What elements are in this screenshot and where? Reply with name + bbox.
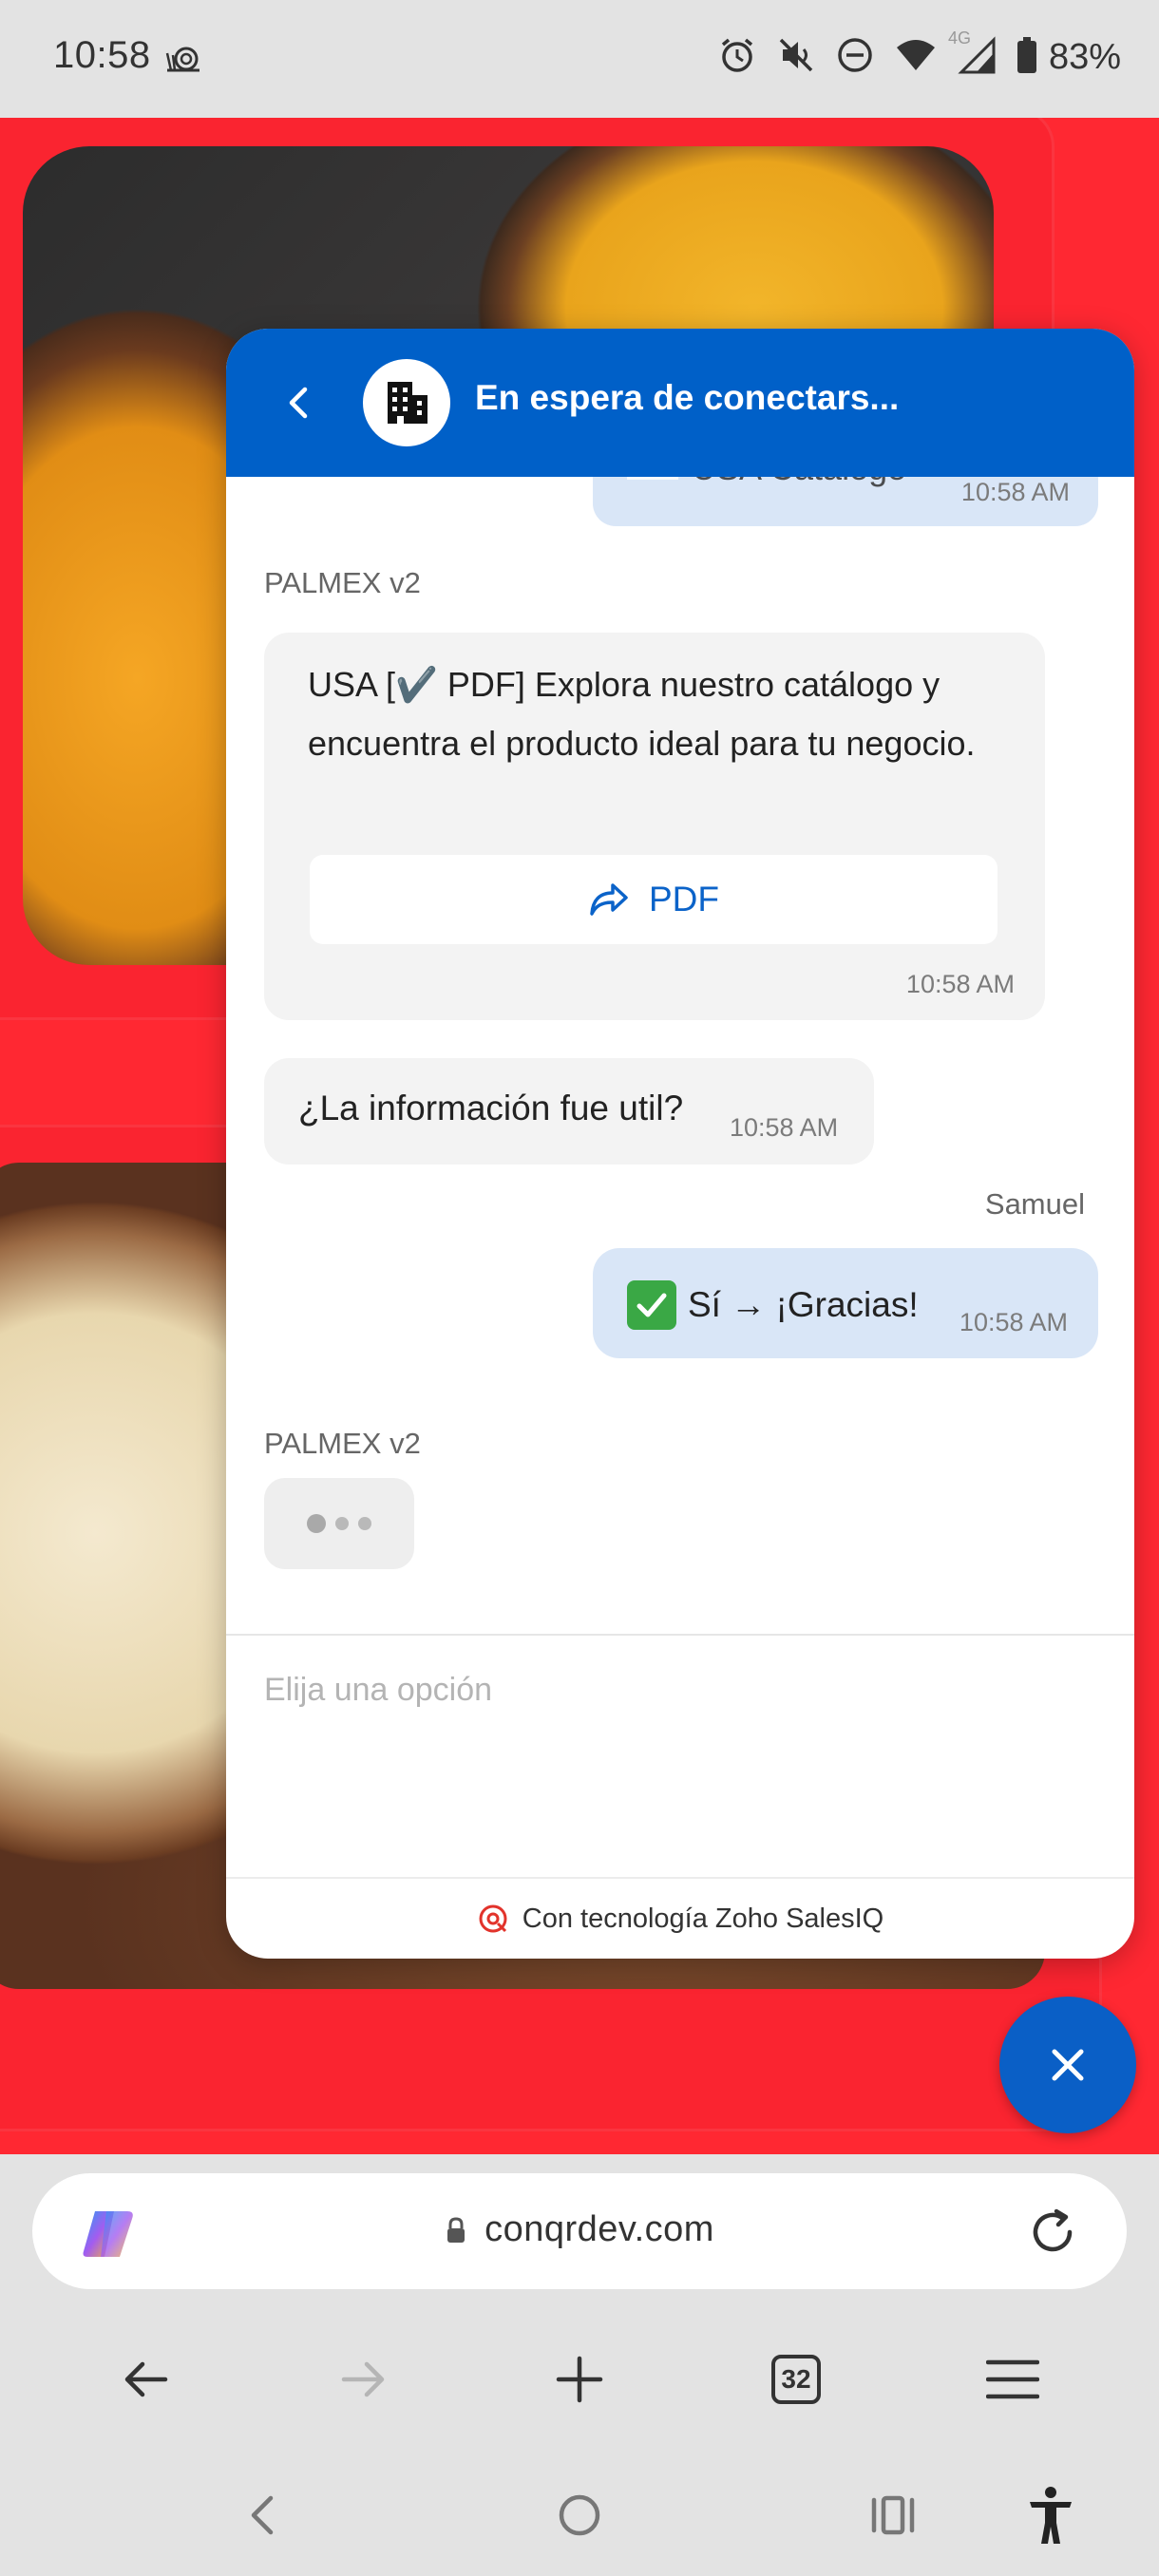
- pdf-button-label: PDF: [649, 880, 719, 919]
- status-icons: 4G 83%: [718, 28, 1121, 80]
- plus-icon: [556, 2356, 603, 2403]
- home-circle-icon: [559, 2494, 600, 2536]
- battery-icon: [1016, 36, 1037, 79]
- hamburger-menu-icon: [986, 2359, 1039, 2399]
- chevron-left-icon: [251, 2495, 274, 2535]
- message-time: 10:58 AM: [960, 478, 1070, 506]
- close-chat-button[interactable]: [999, 1997, 1136, 2133]
- message-time: 10:58 AM: [905, 970, 1015, 998]
- signal-icon: 4G: [948, 28, 996, 79]
- system-home-button[interactable]: [549, 2485, 610, 2546]
- check-mark-icon: [627, 1280, 676, 1330]
- battery-percent: 83%: [1048, 36, 1121, 77]
- message-text: ¿La información fue util?: [298, 1089, 684, 1127]
- message-time: 10:58 AM: [730, 1113, 839, 1142]
- sender-name: PALMEX v2: [264, 1427, 421, 1460]
- lock-icon: [447, 2216, 466, 2243]
- message-bubble-user-partial: USA Catálogo 10:58 AM: [593, 477, 1098, 526]
- tabs-button[interactable]: 32: [758, 2341, 834, 2417]
- back-button[interactable]: [276, 380, 321, 426]
- system-navigation-bar: [0, 2453, 1159, 2576]
- powered-by-text: Con tecnología Zoho SalesIQ: [522, 1903, 884, 1934]
- system-back-button[interactable]: [232, 2485, 293, 2546]
- pdf-button[interactable]: PDF: [310, 855, 998, 944]
- browser-address-area: conqrdev.com: [0, 2154, 1159, 2306]
- do-not-disturb-icon: [836, 36, 874, 79]
- address-bar[interactable]: conqrdev.com: [32, 2173, 1127, 2289]
- chat-input[interactable]: Elija una opción: [226, 1634, 1134, 1877]
- mute-icon: [777, 36, 815, 79]
- accessibility-button[interactable]: [1020, 2485, 1081, 2546]
- share-icon: [590, 883, 628, 916]
- wifi-icon: [895, 38, 937, 77]
- arrow-left-icon: [124, 2361, 168, 2397]
- accessibility-icon: [1030, 2487, 1072, 2544]
- chat-widget: En espera de conectars... USA Catálogo 1…: [226, 329, 1134, 1959]
- message-text: USA Catálogo: [692, 477, 906, 487]
- reload-icon[interactable]: [1024, 2204, 1081, 2261]
- new-tab-button[interactable]: [542, 2341, 618, 2417]
- input-placeholder: Elija una opción: [264, 1672, 493, 1708]
- snail-icon: [163, 42, 205, 79]
- close-icon: [1052, 2049, 1084, 2081]
- chat-messages[interactable]: USA Catálogo 10:58 AM PALMEX v2 USA [✔️ …: [226, 477, 1134, 1634]
- message-text: Sí → ¡Gracias!: [688, 1285, 919, 1324]
- company-avatar: [363, 359, 450, 446]
- system-recents-button[interactable]: [863, 2485, 923, 2546]
- forward-button[interactable]: [325, 2341, 401, 2417]
- sender-name: Samuel: [984, 1187, 1085, 1221]
- alarm-icon: [718, 36, 756, 79]
- powered-by[interactable]: Con tecnología Zoho SalesIQ: [226, 1877, 1134, 1959]
- sender-name: PALMEX v2: [264, 566, 421, 599]
- status-bar: 10:58 4G 83%: [0, 0, 1159, 118]
- message-bubble-bot: USA [✔️ PDF] Explora nuestro catálogo y …: [264, 633, 1045, 1020]
- back-button[interactable]: [108, 2341, 184, 2417]
- arrow-right-icon: [341, 2361, 385, 2397]
- browser-toolbar: 32: [0, 2306, 1159, 2453]
- chevron-left-icon: [289, 387, 308, 419]
- building-icon: [388, 382, 428, 424]
- menu-button[interactable]: [975, 2341, 1051, 2417]
- usa-flag-icon: [627, 477, 678, 481]
- chat-header: En espera de conectars...: [226, 329, 1134, 477]
- typing-indicator: [264, 1478, 414, 1569]
- status-time: 10:58: [53, 34, 151, 76]
- message-text: USA [✔️ PDF] Explora nuestro catálogo y …: [308, 665, 976, 763]
- zoho-salesiq-icon: [479, 1904, 507, 1933]
- recent-apps-icon: [871, 2495, 915, 2535]
- url-text: conqrdev.com: [484, 2209, 714, 2249]
- message-time: 10:58 AM: [959, 1308, 1068, 1336]
- chat-status-title: En espera de conectars...: [475, 378, 900, 417]
- tab-count: 32: [771, 2355, 821, 2404]
- message-bubble-user: Sí → ¡Gracias! 10:58 AM: [593, 1248, 1098, 1358]
- message-bubble-bot: ¿La información fue util? 10:58 AM: [264, 1058, 874, 1165]
